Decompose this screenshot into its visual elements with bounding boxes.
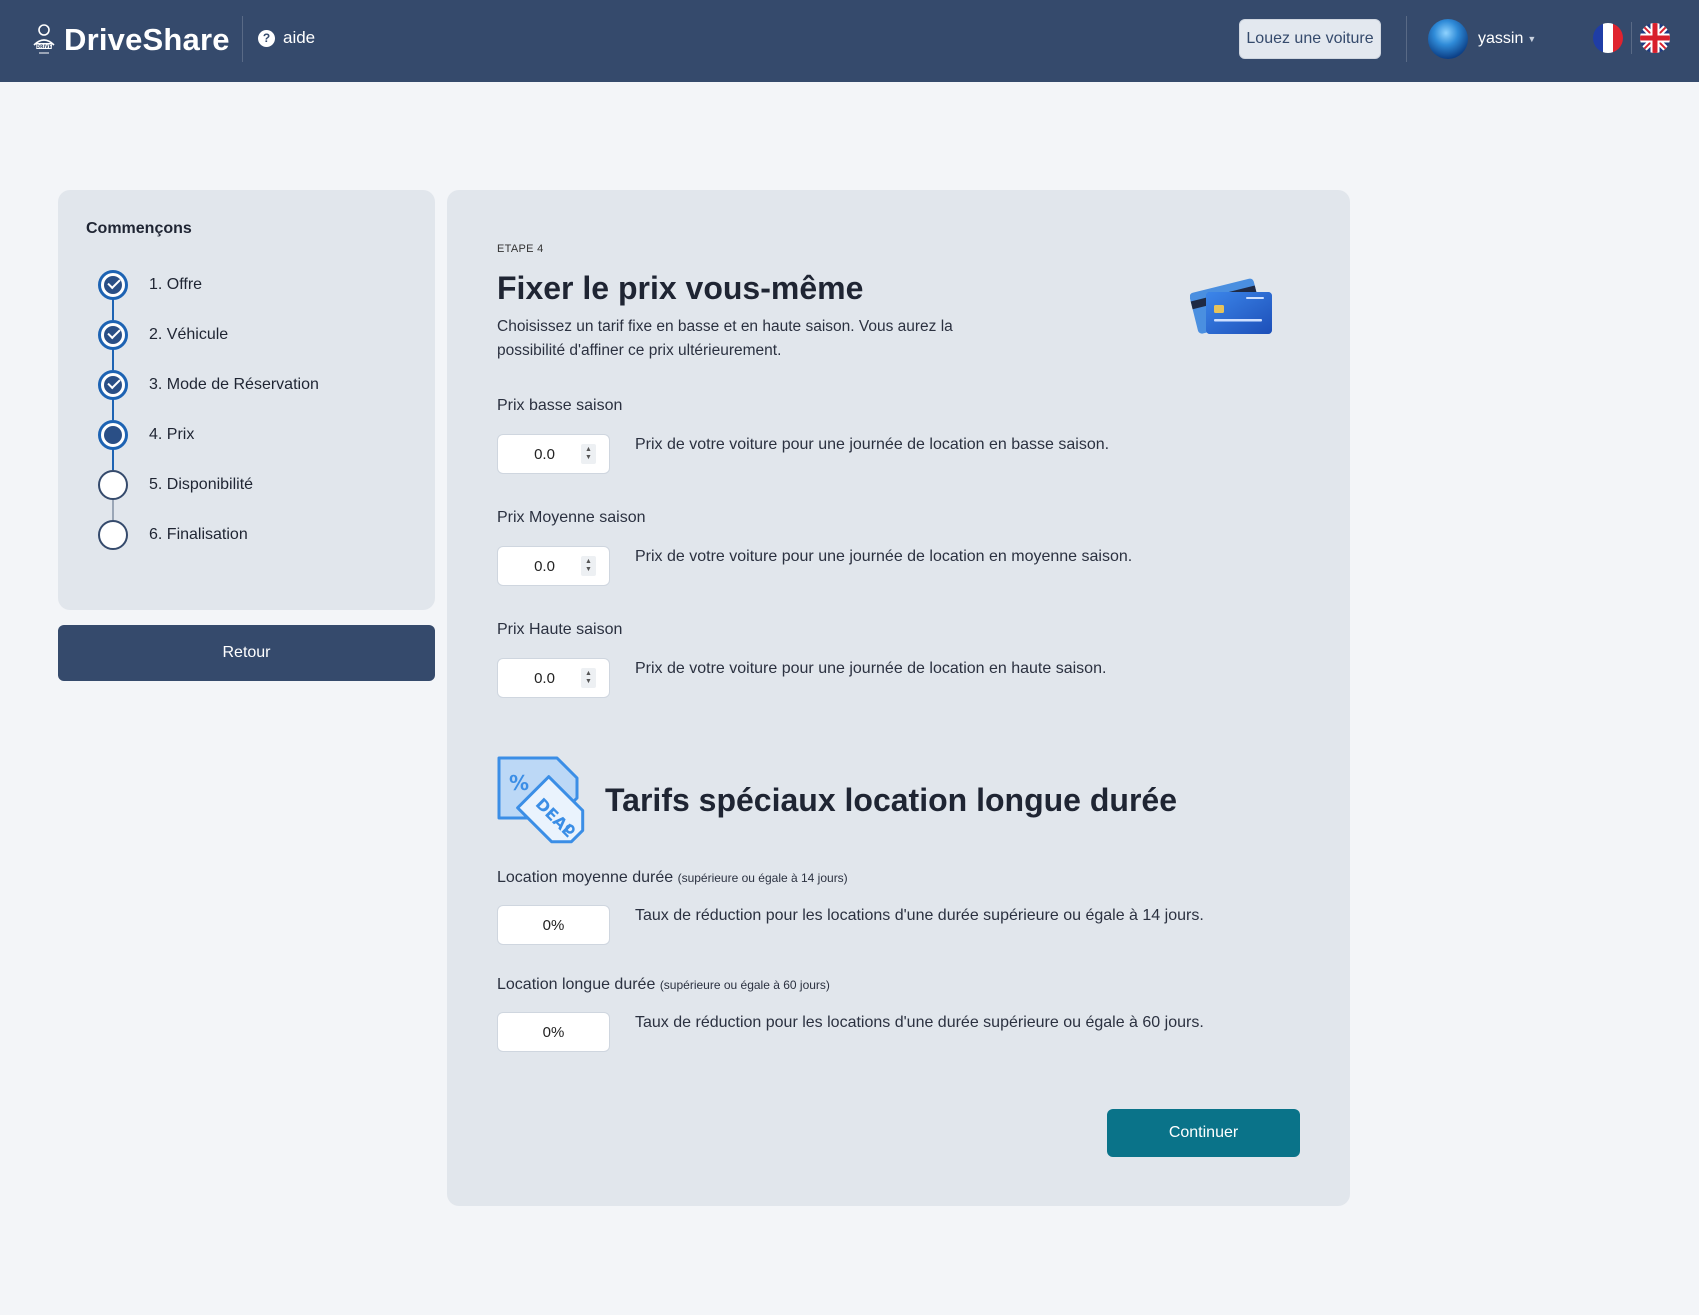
long-duration-label: Location longue durée (supérieure ou éga… (497, 976, 830, 994)
long-duration-help: Taux de réduction pour les locations d'u… (635, 1014, 1204, 1031)
back-button[interactable]: Retour (58, 625, 435, 681)
mid-season-help: Prix de votre voiture pour une journée d… (635, 548, 1133, 565)
flag-divider (1631, 22, 1632, 54)
check-circle-icon (98, 270, 128, 300)
medium-duration-discount-input[interactable]: 0% (497, 905, 610, 945)
deal-tag-icon: % DEAL (497, 756, 585, 844)
step-label: 6. Finalisation (149, 526, 248, 543)
step-item-disponibilite[interactable]: 5. Disponibilité (98, 470, 253, 500)
step-label: 4. Prix (149, 426, 195, 443)
long-duration-label-text: Location longue durée (497, 976, 656, 993)
mid-season-label: Prix Moyenne saison (497, 509, 646, 526)
header-divider-right (1406, 16, 1407, 62)
page-description: Choisissez un tarif fixe en basse et en … (497, 318, 953, 359)
input-value: 0.0 (534, 445, 555, 463)
special-rates-title: Tarifs spéciaux location longue durée (605, 782, 1177, 818)
input-value: 0.0 (534, 557, 555, 575)
mid-season-price-input[interactable]: 0.0 ▲ ▼ (497, 546, 610, 586)
svg-text:DRIVE: DRIVE (36, 44, 51, 50)
continue-button[interactable]: Continuer (1107, 1109, 1300, 1157)
stepper-arrows-icon[interactable]: ▲ ▼ (581, 668, 596, 688)
step-item-prix[interactable]: 4. Prix (98, 420, 194, 450)
help-link[interactable]: ? aide (258, 28, 315, 48)
svg-text:%: % (509, 771, 529, 795)
check-circle-icon (98, 320, 128, 350)
driver-logo-icon: DRIVE (33, 24, 55, 54)
medium-duration-help: Taux de réduction pour les locations d'u… (635, 907, 1204, 924)
low-season-label: Prix basse saison (497, 397, 623, 414)
step-label: 3. Mode de Réservation (149, 376, 319, 393)
pricing-card: ETAPE 4 Fixer le prix vous-même Choisiss… (447, 190, 1350, 1206)
high-season-price-input[interactable]: 0.0 ▲ ▼ (497, 658, 610, 698)
steps-card: Commençons 1. Offre 2. Véhicule 3. Mode … (58, 190, 435, 610)
long-duration-note: (supérieure ou égale à 60 jours) (659, 978, 830, 992)
avatar (1428, 19, 1468, 59)
help-label: aide (283, 28, 316, 47)
credit-cards-icon (1190, 278, 1272, 334)
check-circle-icon (98, 370, 128, 400)
long-duration-discount-input[interactable]: 0% (497, 1012, 610, 1052)
rent-car-button[interactable]: Louez une voiture (1239, 19, 1381, 59)
chevron-down-icon: ▼ (1527, 34, 1537, 44)
empty-circle-icon (98, 520, 128, 550)
question-icon: ? (258, 29, 275, 47)
top-navbar: DRIVE DriveShare ? aide Louez une voitur… (0, 0, 1699, 82)
step-label: 1. Offre (149, 276, 203, 293)
high-season-help: Prix de votre voiture pour une journée d… (635, 660, 1107, 677)
empty-circle-icon (98, 470, 128, 500)
low-season-price-input[interactable]: 0.0 ▲ ▼ (497, 434, 610, 474)
header-divider (242, 16, 243, 62)
input-value: 0.0 (534, 669, 555, 687)
brand-name: DriveShare (64, 22, 230, 57)
input-value: 0% (542, 916, 565, 934)
step-item-finalisation[interactable]: 6. Finalisation (98, 520, 248, 550)
step-item-offre[interactable]: 1. Offre (98, 270, 202, 300)
high-season-label: Prix Haute saison (497, 621, 623, 638)
input-value: 0% (542, 1023, 565, 1041)
current-step-icon (98, 420, 128, 450)
step-item-vehicule[interactable]: 2. Véhicule (98, 320, 228, 350)
french-flag-icon[interactable] (1593, 23, 1623, 53)
step-item-reservation[interactable]: 3. Mode de Réservation (98, 370, 319, 400)
step-tag: ETAPE 4 (497, 243, 544, 255)
medium-duration-label: Location moyenne durée (supérieure ou ég… (497, 869, 848, 887)
user-menu[interactable]: yassin ▼ (1428, 19, 1536, 59)
step-label: 2. Véhicule (149, 326, 229, 343)
uk-flag-icon[interactable] (1640, 23, 1670, 53)
stepper-arrows-icon[interactable]: ▲ ▼ (581, 444, 596, 464)
stepper-arrows-icon[interactable]: ▲ ▼ (581, 556, 596, 576)
medium-duration-note: (supérieure ou égale à 14 jours) (677, 871, 848, 885)
username: yassin (1478, 30, 1524, 47)
brand-logo[interactable]: DRIVE DriveShare (30, 22, 230, 58)
page-title: Fixer le prix vous-même (497, 270, 864, 306)
step-label: 5. Disponibilité (149, 476, 254, 493)
steps-title: Commençons (86, 220, 192, 237)
medium-duration-label-text: Location moyenne durée (497, 869, 674, 886)
low-season-help: Prix de votre voiture pour une journée d… (635, 436, 1110, 453)
